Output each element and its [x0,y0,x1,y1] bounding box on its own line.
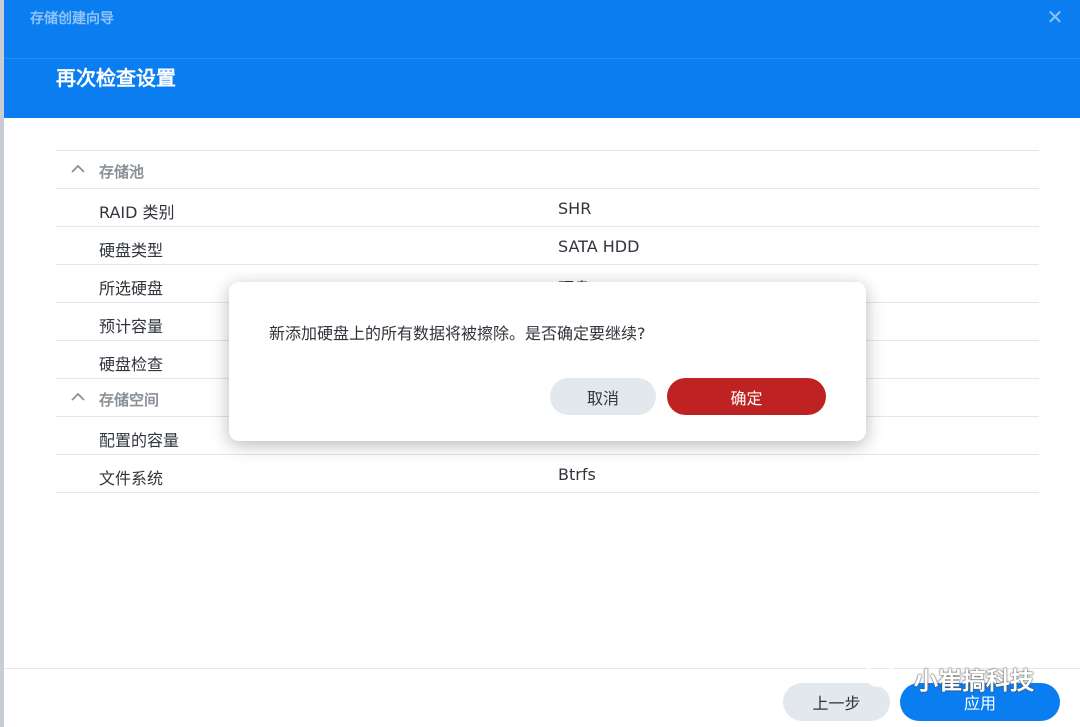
page-title: 再次检查设置 [56,66,176,90]
previous-step-button[interactable]: 上一步 [783,683,890,721]
row-value: SATA HDD [558,237,640,256]
apply-button[interactable]: 应用 [900,683,1060,721]
confirm-button[interactable]: 确定 [667,378,826,415]
row-value: Btrfs [558,465,596,484]
row-key: 硬盘类型 [99,241,164,260]
table-row: RAID 类别 SHR [56,189,1039,227]
wizard-header: 存储创建向导 ✕ 再次检查设置 [4,0,1080,118]
footer-divider [4,668,1080,669]
row-key: 配置的容量 [99,431,180,450]
row-key: 预计容量 [99,317,164,336]
table-row: 硬盘类型 SATA HDD [56,227,1039,265]
section-header-pool[interactable]: 存储池 [56,151,1039,189]
row-key: RAID 类别 [99,203,175,222]
chevron-up-icon [71,392,85,401]
table-row: 文件系统 Btrfs [56,455,1039,493]
chevron-up-icon [71,164,85,173]
cancel-button[interactable]: 取消 [550,378,656,415]
header-divider [4,58,1080,59]
window-title: 存储创建向导 [30,11,114,27]
section-label: 存储池 [99,163,145,181]
dialog-message: 新添加硬盘上的所有数据将被擦除。是否确定要继续? [269,324,646,343]
row-key: 硬盘检查 [99,355,164,374]
row-key: 所选硬盘 [99,279,164,298]
confirm-dialog: 新添加硬盘上的所有数据将被擦除。是否确定要继续? 取消 确定 [229,282,866,441]
row-key: 文件系统 [99,469,164,488]
close-icon[interactable]: ✕ [1044,6,1066,28]
row-value: SHR [558,199,592,218]
section-label: 存储空间 [99,391,160,409]
